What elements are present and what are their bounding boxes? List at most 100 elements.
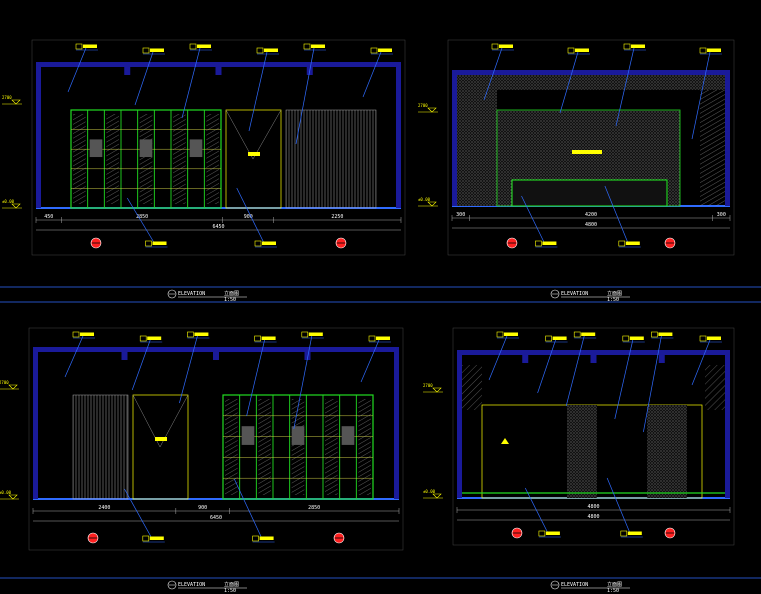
elevation-panel-3: 2700 ±0.00 2400 900 2850 6450 (0, 327, 404, 551)
level-triangle-icon (11, 99, 21, 105)
tag-circle (256, 47, 264, 54)
tag-label-bar (499, 44, 513, 48)
feature-tag (572, 150, 602, 154)
wall-hatch-left (462, 365, 482, 410)
tag-circle (252, 535, 259, 542)
tag-circle (254, 335, 261, 342)
door-swing (225, 109, 254, 160)
wood-door-panel (225, 399, 238, 495)
tag-label-bar (627, 531, 642, 535)
tag-circle (368, 335, 376, 342)
leader-line (67, 47, 87, 93)
left-wall (452, 70, 457, 206)
tag-circle (623, 43, 631, 50)
wood-door-panel (325, 399, 338, 495)
tag-label-bar (631, 44, 645, 48)
ceiling-light-fixture (213, 352, 219, 360)
level-label: 2700 (418, 103, 428, 108)
ceiling-stone-band (457, 75, 725, 90)
leader-line (134, 51, 154, 106)
leader-line (524, 487, 550, 536)
dimension-label: 2250 (331, 214, 343, 220)
leader-line (126, 197, 156, 246)
level-triangle-icon (427, 201, 437, 207)
total-dimension-label: 6450 (210, 515, 222, 521)
display-box (139, 139, 153, 158)
dimension-label: 300 (717, 212, 726, 218)
tag-label-bar (83, 44, 97, 48)
title-text: ELEVATION (178, 291, 205, 297)
tag-label-bar (150, 48, 164, 52)
tag-label-bar (629, 336, 644, 340)
tag-circle (567, 47, 575, 54)
tag-circle (139, 335, 147, 342)
title-block-4: ELEVATION 立面图1:50 (550, 580, 630, 594)
tag-circle (622, 335, 630, 342)
stone-column (567, 405, 597, 498)
leader-line (606, 477, 632, 536)
tag-circle (370, 47, 378, 54)
ceiling-light-fixture (121, 352, 128, 360)
leader-line (181, 47, 201, 119)
tag-circle (699, 47, 707, 54)
leader-line (236, 187, 266, 246)
tag-label-bar (194, 332, 209, 336)
tag-circle (545, 335, 552, 342)
level-label: ±0.00 (418, 197, 431, 202)
wood-door-panel (358, 399, 371, 495)
display-box (241, 426, 255, 445)
left-wall (457, 350, 462, 498)
tag-label-bar (542, 241, 557, 245)
title-text: ELEVATION (561, 291, 588, 297)
tag-label-bar (504, 332, 518, 336)
tag-circle (75, 43, 83, 50)
display-box (341, 426, 355, 445)
tag-label-bar (152, 241, 167, 245)
tag-label-bar (261, 336, 276, 340)
title-text: ELEVATION (178, 582, 205, 588)
elevation-panel-4: 2700 ±0.00 4800 4800 (423, 327, 735, 546)
tag-circle (187, 331, 194, 338)
tag-circle (301, 331, 309, 338)
level-label: ±0.00 (0, 490, 12, 495)
ceiling-band (457, 350, 730, 355)
tag-label-bar (80, 332, 94, 336)
tag-label-bar (707, 336, 721, 340)
wood-door-panel (206, 114, 219, 204)
left-wall (33, 347, 38, 499)
leader-line (565, 335, 585, 407)
wall-hatch-right (705, 365, 725, 410)
level-label: ±0.00 (2, 199, 15, 204)
tag-label-bar (707, 48, 721, 52)
ceiling-light-fixture (590, 355, 597, 363)
wood-door-panel (173, 114, 186, 204)
dimension-label: 2850 (136, 214, 148, 220)
stone-column (647, 405, 687, 498)
dimension-label: 4200 (585, 212, 597, 218)
leader-line (362, 51, 382, 98)
tag-label-bar (149, 536, 164, 540)
right-wall (725, 70, 730, 206)
level-triangle-icon (8, 494, 18, 500)
wood-door-panel (73, 114, 86, 204)
scale-text: 1:50 (224, 588, 236, 594)
leader-line (360, 339, 380, 383)
wood-door-panel (106, 114, 119, 204)
ceiling-light-fixture (124, 67, 131, 75)
title-block-3: ELEVATION 立面图1:50 (167, 580, 247, 594)
tag-circle (189, 43, 197, 50)
tag-label-bar (581, 332, 596, 336)
right-wall (396, 62, 401, 208)
right-wall (725, 350, 730, 498)
tag-label-bar (625, 241, 640, 245)
ceiling-band (33, 347, 399, 352)
title-block-2: ELEVATION 立面图1:50 (550, 289, 630, 303)
tag-circle (303, 43, 311, 50)
leader-line (537, 339, 556, 394)
total-dimension-label: 6450 (212, 224, 224, 230)
tag-circle (491, 43, 499, 50)
tag-circle (496, 331, 504, 338)
scale-text: 1:50 (607, 297, 619, 303)
tag-circle (535, 240, 542, 247)
tag-circle (651, 331, 658, 338)
